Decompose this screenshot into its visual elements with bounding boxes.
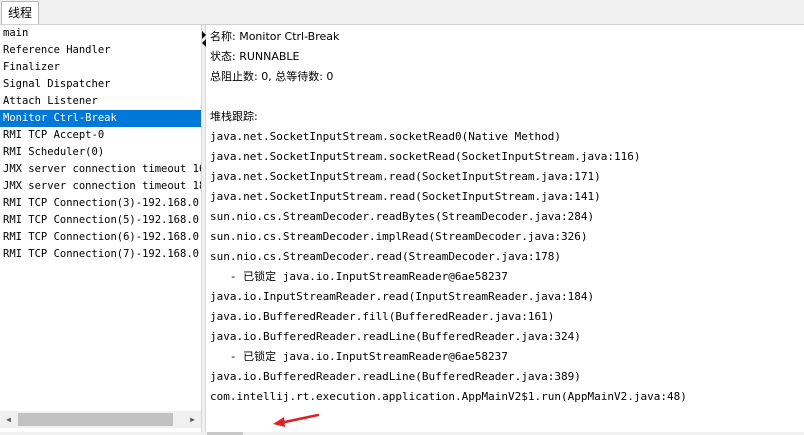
stack-frame: java.io.BufferedReader.fill(BufferedRead… (210, 310, 555, 323)
thread-name: 名称: Monitor Ctrl-Break (210, 30, 340, 43)
thread-list[interactable]: main Reference Handler Finalizer Signal … (0, 25, 201, 410)
expand-left-arrow-icon[interactable] (202, 39, 206, 47)
stack-frame: java.net.SocketInputStream.read(SocketIn… (210, 170, 601, 183)
stack-frame: java.io.BufferedReader.readLine(Buffered… (210, 330, 581, 343)
thread-item-selected[interactable]: Monitor Ctrl-Break (0, 110, 201, 127)
scroll-left-arrow-icon[interactable]: ◀ (0, 411, 17, 428)
thread-counts: 总阻止数: 0, 总等待数: 0 (210, 70, 334, 83)
tab-bar: 线程 (0, 0, 804, 25)
stack-frame: java.io.BufferedReader.readLine(Buffered… (210, 370, 581, 383)
stack-frame: java.net.SocketInputStream.socketRead(So… (210, 150, 641, 163)
thread-item[interactable]: RMI Scheduler(0) (0, 144, 201, 161)
thread-state: 状态: RUNNABLE (210, 50, 300, 63)
stack-frame: sun.nio.cs.StreamDecoder.readBytes(Strea… (210, 210, 595, 223)
thread-item[interactable]: RMI TCP Accept-0 (0, 127, 201, 144)
stack-lock-info: - 已锁定 java.io.InputStreamReader@6ae58237 (210, 270, 508, 283)
red-arrow-icon (273, 413, 320, 427)
scroll-right-arrow-icon[interactable]: ▶ (184, 411, 201, 428)
scroll-thumb[interactable] (18, 413, 173, 426)
thread-item[interactable]: RMI TCP Connection(5)-192.168.0.1 (0, 212, 201, 229)
thread-item[interactable]: Finalizer (0, 59, 201, 76)
thread-item[interactable]: RMI TCP Connection(7)-192.168.0.1 (0, 246, 201, 263)
stack-frame: sun.nio.cs.StreamDecoder.read(StreamDeco… (210, 250, 561, 263)
thread-details: 名称: Monitor Ctrl-Break 状态: RUNNABLE 总阻止数… (207, 25, 804, 432)
thread-list-hscrollbar[interactable]: ◀ ▶ (0, 411, 201, 428)
tab-threads[interactable]: 线程 (1, 1, 39, 24)
thread-item[interactable]: JMX server connection timeout 18 (0, 178, 201, 195)
thread-item[interactable]: main (0, 25, 201, 42)
stack-frame: sun.nio.cs.StreamDecoder.implRead(Stream… (210, 230, 588, 243)
thread-item[interactable]: Signal Dispatcher (0, 76, 201, 93)
stack-frame: java.net.SocketInputStream.socketRead0(N… (210, 130, 561, 143)
thread-item[interactable]: RMI TCP Connection(3)-192.168.0.1 (0, 195, 201, 212)
stack-trace-header: 堆栈跟踪: (210, 110, 258, 123)
thread-item[interactable]: RMI TCP Connection(6)-192.168.0.1 (0, 229, 201, 246)
thread-item[interactable]: Attach Listener (0, 93, 201, 110)
pane-splitter[interactable] (201, 25, 206, 432)
thread-item[interactable]: Reference Handler (0, 42, 201, 59)
stack-lock-info: - 已锁定 java.io.InputStreamReader@6ae58237 (210, 350, 508, 363)
expand-right-arrow-icon[interactable] (202, 31, 206, 39)
thread-item[interactable]: JMX server connection timeout 16 (0, 161, 201, 178)
stack-frame: java.io.InputStreamReader.read(InputStre… (210, 290, 595, 303)
stack-frame: java.net.SocketInputStream.read(SocketIn… (210, 190, 601, 203)
